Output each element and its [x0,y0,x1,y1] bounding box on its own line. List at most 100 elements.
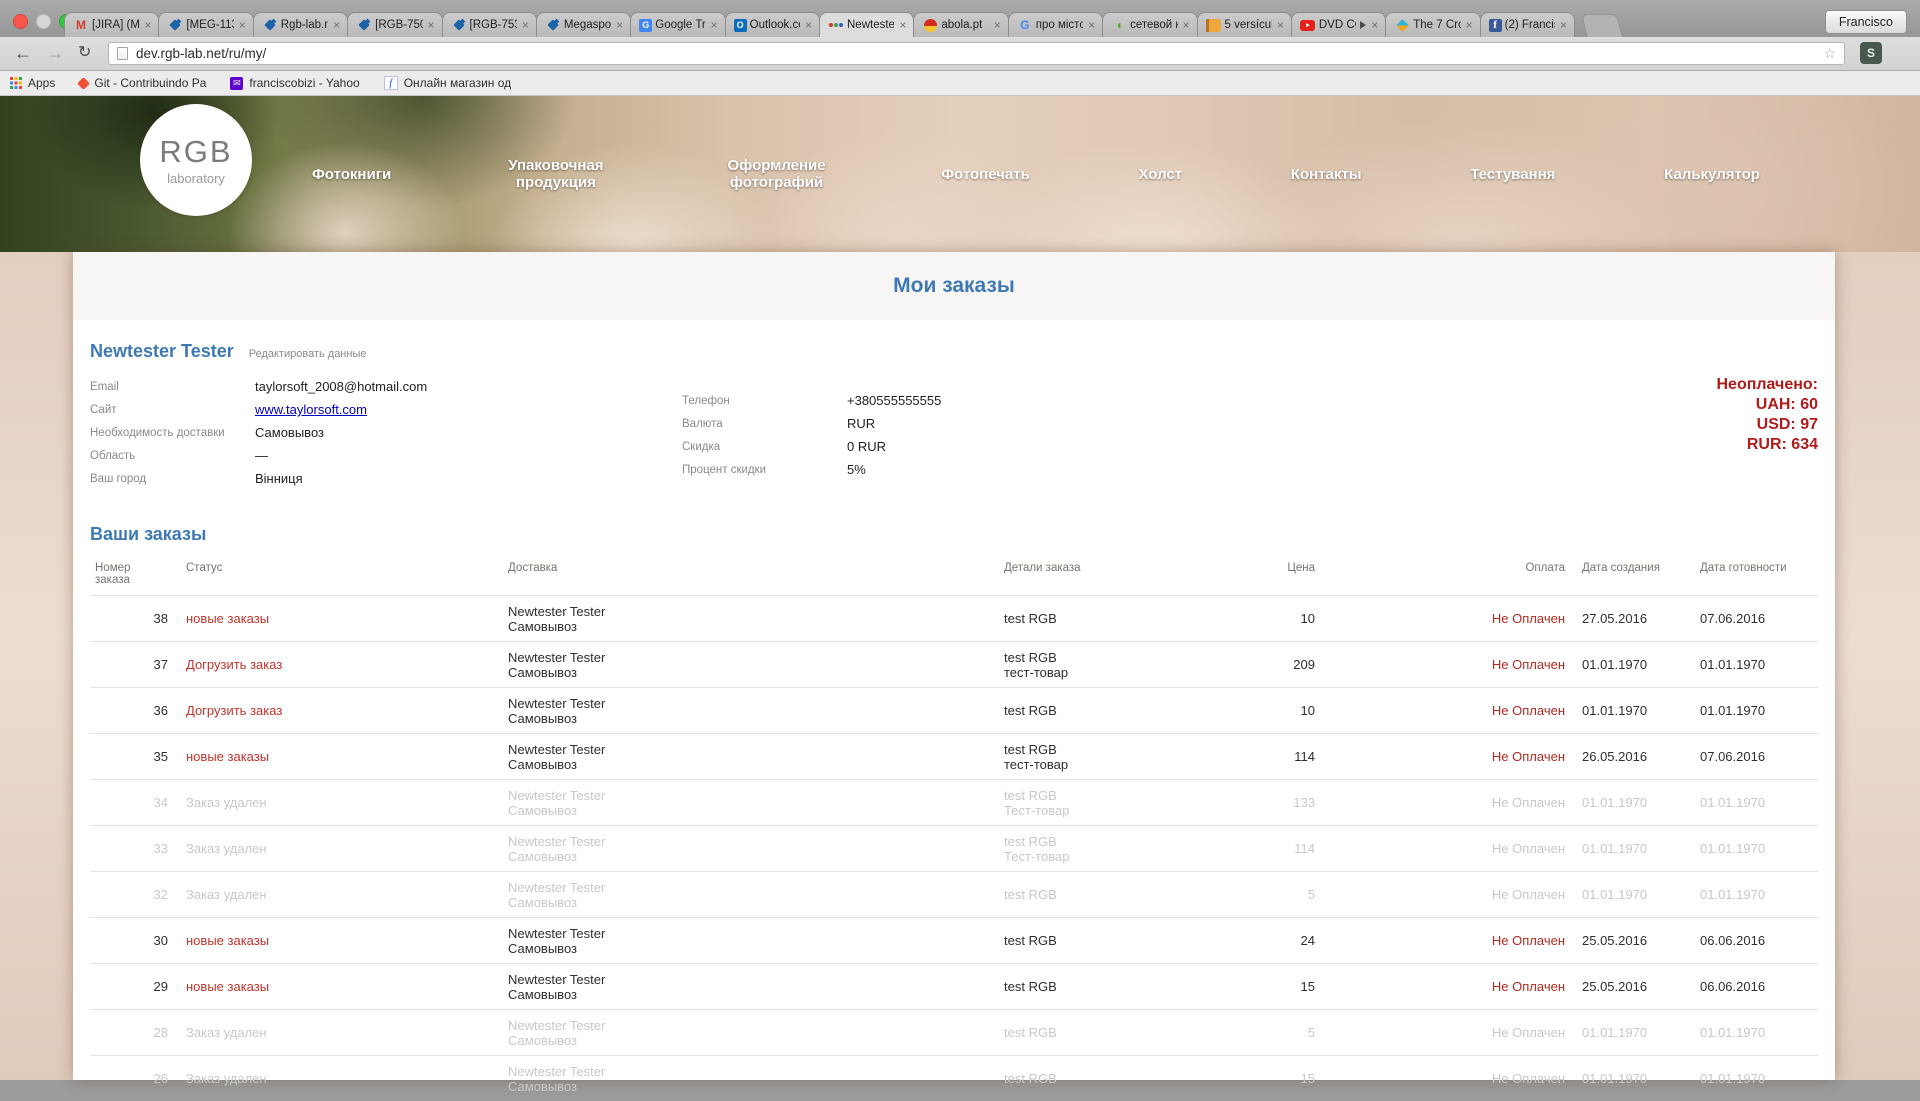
jira-icon [262,18,278,32]
region-value: — [255,448,268,463]
order-status-link[interactable]: новые заказы [186,611,269,626]
payment-status: Не Оплачен [1492,1025,1565,1040]
delivery-value: Самовывоз [255,425,324,440]
rgb-laboratory-logo[interactable]: RGB laboratory [140,104,252,216]
address-bar[interactable]: dev.rgb-lab.net/ru/my/ ☆ [108,42,1845,65]
currency-value: RUR [847,416,875,431]
edit-profile-link[interactable]: Редактировать данные [249,348,367,360]
abola-ball-icon [922,18,938,32]
close-icon[interactable]: × [1086,20,1097,31]
close-icon[interactable]: × [1369,20,1380,31]
tab-7cros[interactable]: The 7 Cros × [1385,12,1480,37]
close-window-button[interactable] [13,14,28,29]
close-icon[interactable]: × [992,20,1003,31]
google-translate-icon: G [639,19,652,32]
close-icon[interactable]: × [1464,20,1475,31]
tab-facebook[interactable]: f (2) Francis × [1480,12,1575,37]
order-row: 38 новые заказы Newtester TesterСамовыво… [90,595,1818,641]
tab-google-translate[interactable]: G Google Tra × [630,12,725,37]
rgb-dots-icon [828,18,844,32]
nav-item-fotoknigi[interactable]: Фотокниги [312,166,391,183]
gmail-icon: M [73,18,89,32]
green-crescent-icon: ◖ [1111,18,1127,32]
close-icon[interactable]: × [803,20,814,31]
bookmark-apps[interactable]: Apps [10,76,55,90]
nav-item-kontakty[interactable]: Контакты [1291,166,1362,183]
bookmark-online-shop[interactable]: f Онлайн магазин од [384,76,511,90]
email-value: taylorsoft_2008@hotmail.com [255,379,427,394]
tab-meg-113[interactable]: [MEG-113 × [158,12,253,37]
close-icon[interactable]: × [614,20,625,31]
close-icon[interactable]: × [897,20,908,31]
tab-rgb-753[interactable]: [RGB-753] × [442,12,537,37]
order-row: 35 новые заказы Newtester TesterСамовыво… [90,733,1818,779]
close-icon[interactable]: × [709,20,720,31]
bookmark-yahoo-mail[interactable]: ✉ franciscobizi - Yahoo [230,76,359,90]
back-button[interactable]: ← [14,41,32,65]
orders-heading: Ваши заказы [90,524,1818,548]
order-row-deleted: 32 Заказ удален Newtester TesterСамовыво… [90,871,1818,917]
forward-button[interactable]: → [46,41,64,65]
main-navigation: Фотокниги Упаковочная продукция Оформлен… [312,96,1760,252]
tab-outlook[interactable]: O Outlook.co × [725,12,820,37]
jira-icon [356,18,372,32]
phone-value: +380555555555 [847,393,941,408]
book-icon [1206,18,1222,32]
order-row: 36 Догрузить заказ Newtester TesterСамов… [90,687,1818,733]
close-icon[interactable]: × [520,20,531,31]
tab-rgb-750[interactable]: [RGB-750] × [347,12,442,37]
tab-google-search[interactable]: G про містоб × [1008,12,1103,37]
nav-item-kalkulyator[interactable]: Калькулятор [1664,166,1760,183]
nav-item-oformlenie[interactable]: Оформление фотографий [721,157,833,191]
nav-item-fotopechat[interactable]: Фотопечать [941,166,1030,183]
order-status-link[interactable]: Догрузить заказ [186,657,282,672]
diamond-icon [1394,18,1410,32]
bookmark-star-icon[interactable]: ☆ [1823,45,1836,62]
minimize-window-button[interactable] [36,14,51,29]
bookmark-git[interactable]: Git - Contribuindo Pa [79,76,206,90]
close-icon[interactable]: × [1275,20,1286,31]
nav-item-testuvannya[interactable]: Тестування [1470,166,1555,183]
order-status-link[interactable]: новые заказы [186,749,269,764]
content-card: Мои заказы Newtester Tester Редактироват… [73,252,1835,1080]
order-status-link[interactable]: новые заказы [186,979,269,994]
facebook-icon: f [1489,19,1502,32]
new-tab-button[interactable] [1581,14,1623,38]
extension-icon[interactable]: S [1860,42,1882,64]
google-icon: G [1017,18,1033,32]
browser-profile-button[interactable]: Francisco [1825,10,1907,34]
order-row-deleted: 26 Заказ удален Newtester TesterСамовыво… [90,1055,1818,1101]
website-link[interactable]: www.taylorsoft.com [255,402,367,417]
tab-abola[interactable]: abola.pt × [913,12,1008,37]
tab-rgb-lab[interactable]: Rgb-lab.ne × [253,12,348,37]
order-status-text: Заказ удален [186,795,267,810]
order-status-link[interactable]: Догрузить заказ [186,703,282,718]
close-icon[interactable]: × [1181,20,1192,31]
user-name: Newtester Tester [90,341,234,362]
jira-icon [167,18,183,32]
order-row: 29 новые заказы Newtester TesterСамовыво… [90,963,1818,1009]
tab-strip: M [JIRA] (ME × [MEG-113 × Rgb-lab.ne × [… [0,0,1920,37]
close-icon[interactable]: × [331,20,342,31]
nav-item-upakovka[interactable]: Упаковочная продукция [500,157,612,191]
order-status-text: Заказ удален [186,841,267,856]
order-status-link[interactable]: новые заказы [186,933,269,948]
orders-section: Ваши заказы Номер заказа Статус Доставка… [90,524,1818,1101]
tab-youtube-dvd[interactable]: ▸ DVD CC × [1291,12,1386,37]
order-status-text: Заказ удален [186,1071,267,1086]
payment-status: Не Оплачен [1492,657,1565,672]
tab-jira-mail[interactable]: M [JIRA] (ME × [64,12,159,37]
tab-megasport[interactable]: Megasport × [536,12,631,37]
nav-item-holst[interactable]: Холст [1138,166,1182,183]
url-text[interactable]: dev.rgb-lab.net/ru/my/ [136,46,1823,61]
tab-newtester-active[interactable]: Newtester × [819,12,914,37]
close-icon[interactable]: × [1558,20,1569,31]
tab-versiculos[interactable]: 5 versículo × [1197,12,1292,37]
close-icon[interactable]: × [142,20,153,31]
order-row-deleted: 28 Заказ удален Newtester TesterСамовыво… [90,1009,1818,1055]
shop-icon: f [384,76,398,90]
close-icon[interactable]: × [237,20,248,31]
reload-button[interactable]: ↻ [78,41,91,65]
tab-setevoy[interactable]: ◖ сетевой на × [1102,12,1197,37]
close-icon[interactable]: × [426,20,437,31]
